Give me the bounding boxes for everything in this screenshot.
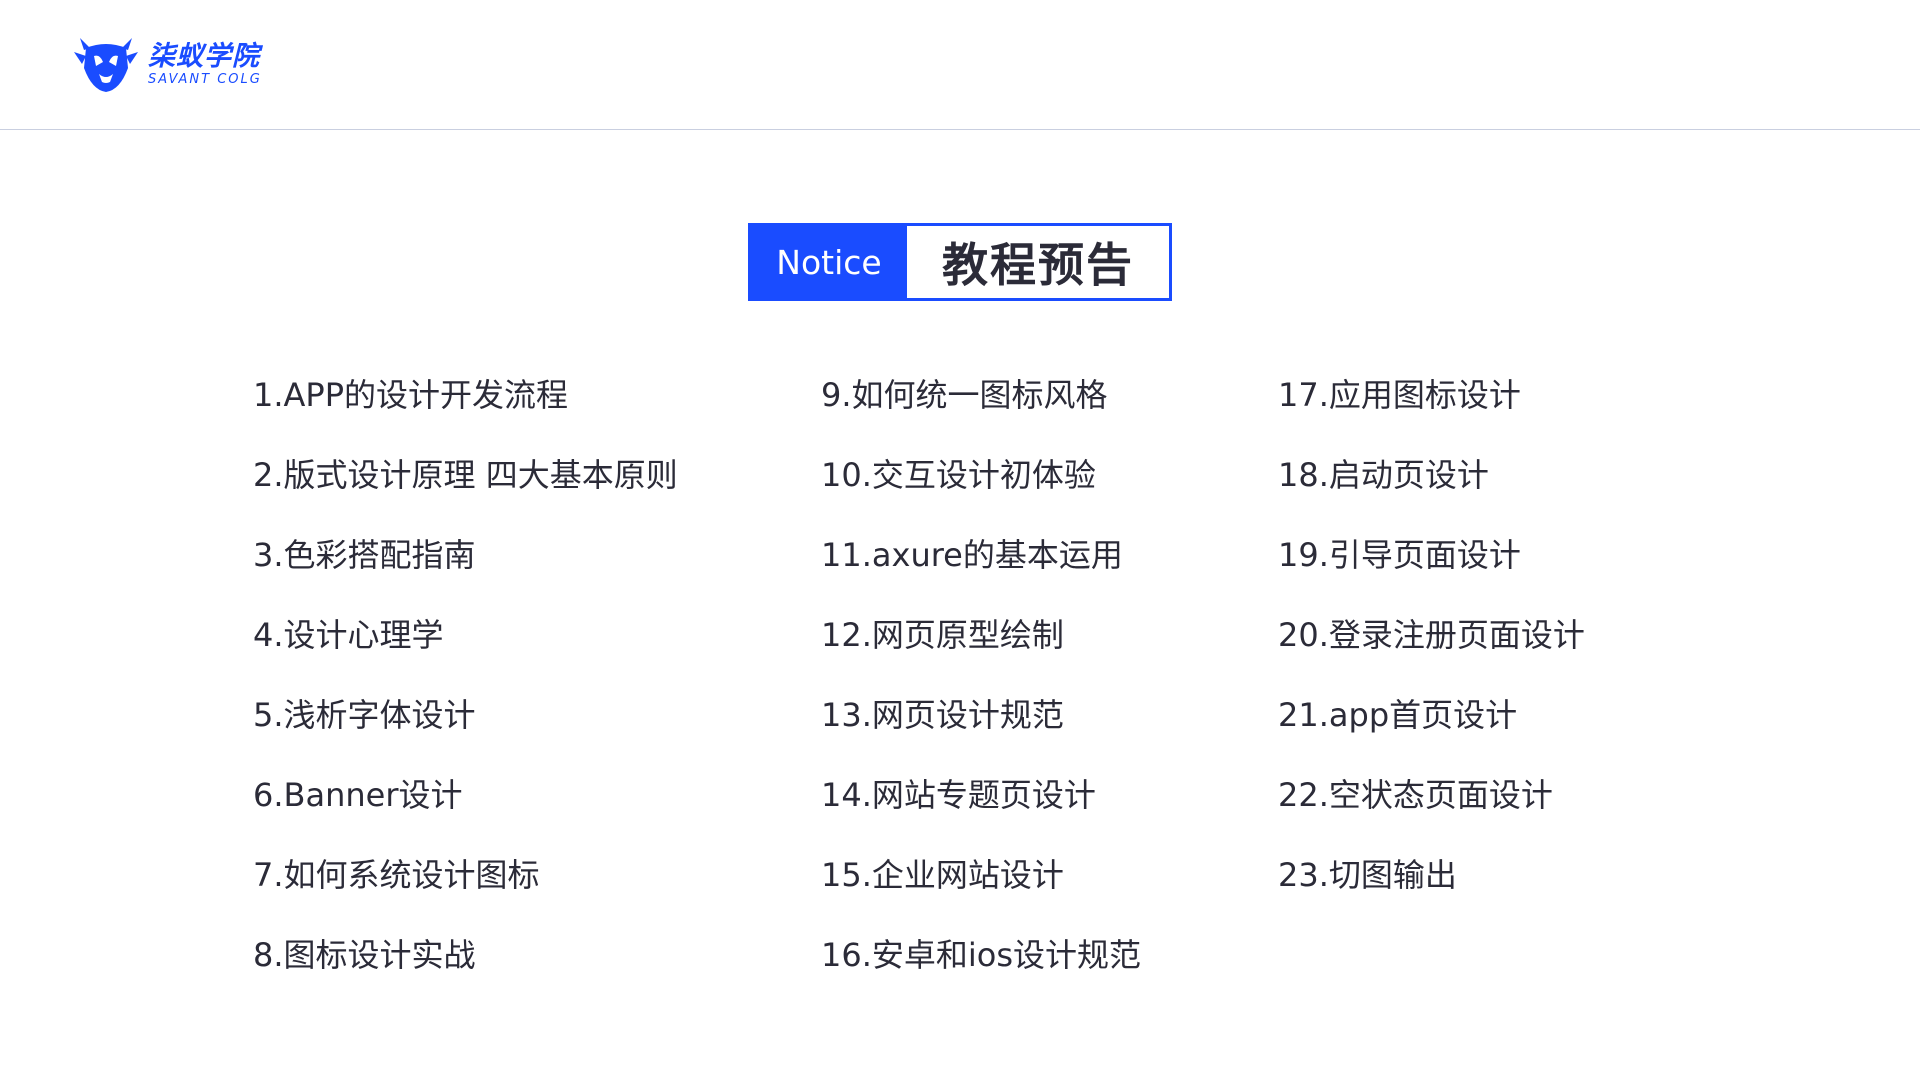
course-item[interactable]: 17.应用图标设计 (1278, 370, 1585, 450)
notice-banner: Notice 教程预告 (748, 223, 1172, 301)
course-item[interactable]: 7.如何系统设计图标 (253, 850, 678, 930)
course-item[interactable]: 2.版式设计原理 四大基本原则 (253, 450, 678, 530)
course-item[interactable]: 23.切图输出 (1278, 850, 1585, 930)
course-item[interactable]: 12.网页原型绘制 (821, 610, 1141, 690)
page: 柒蚁学院 SAVANT COLG Notice 教程预告 1.APP的设计开发流… (0, 0, 1920, 1080)
course-item[interactable]: 11.axure的基本运用 (821, 530, 1141, 610)
course-item[interactable]: 22.空状态页面设计 (1278, 770, 1585, 850)
header: 柒蚁学院 SAVANT COLG (0, 0, 1920, 130)
course-item[interactable]: 20.登录注册页面设计 (1278, 610, 1585, 690)
course-list-column-1: 1.APP的设计开发流程 2.版式设计原理 四大基本原则 3.色彩搭配指南 4.… (253, 370, 678, 1010)
notice-title: 教程预告 (942, 238, 1134, 292)
course-item[interactable]: 21.app首页设计 (1278, 690, 1585, 770)
course-item[interactable]: 3.色彩搭配指南 (253, 530, 678, 610)
course-item[interactable]: 4.设计心理学 (253, 610, 678, 690)
course-item[interactable]: 10.交互设计初体验 (821, 450, 1141, 530)
brand-name-cn: 柒蚁学院 (148, 41, 260, 72)
course-item[interactable]: 5.浅析字体设计 (253, 690, 678, 770)
course-item[interactable]: 9.如何统一图标风格 (821, 370, 1141, 450)
course-item[interactable]: 1.APP的设计开发流程 (253, 370, 678, 450)
course-item[interactable]: 15.企业网站设计 (821, 850, 1141, 930)
notice-tag: Notice (751, 226, 907, 298)
course-item[interactable]: 19.引导页面设计 (1278, 530, 1585, 610)
course-list-column-2: 9.如何统一图标风格 10.交互设计初体验 11.axure的基本运用 12.网… (821, 370, 1141, 1010)
course-item[interactable]: 18.启动页设计 (1278, 450, 1585, 530)
brand-name-en: SAVANT COLG (148, 72, 262, 87)
brand-logo[interactable]: 柒蚁学院 SAVANT COLG (70, 34, 262, 96)
course-item[interactable]: 8.图标设计实战 (253, 930, 678, 1010)
brand-text: 柒蚁学院 SAVANT COLG (148, 42, 262, 88)
ant-logo-icon (74, 38, 138, 92)
course-item[interactable]: 16.安卓和ios设计规范 (821, 930, 1141, 1010)
course-item[interactable]: 13.网页设计规范 (821, 690, 1141, 770)
course-item[interactable]: 6.Banner设计 (253, 770, 678, 850)
course-list-column-3: 17.应用图标设计 18.启动页设计 19.引导页面设计 20.登录注册页面设计… (1278, 370, 1585, 930)
course-item[interactable]: 14.网站专题页设计 (821, 770, 1141, 850)
